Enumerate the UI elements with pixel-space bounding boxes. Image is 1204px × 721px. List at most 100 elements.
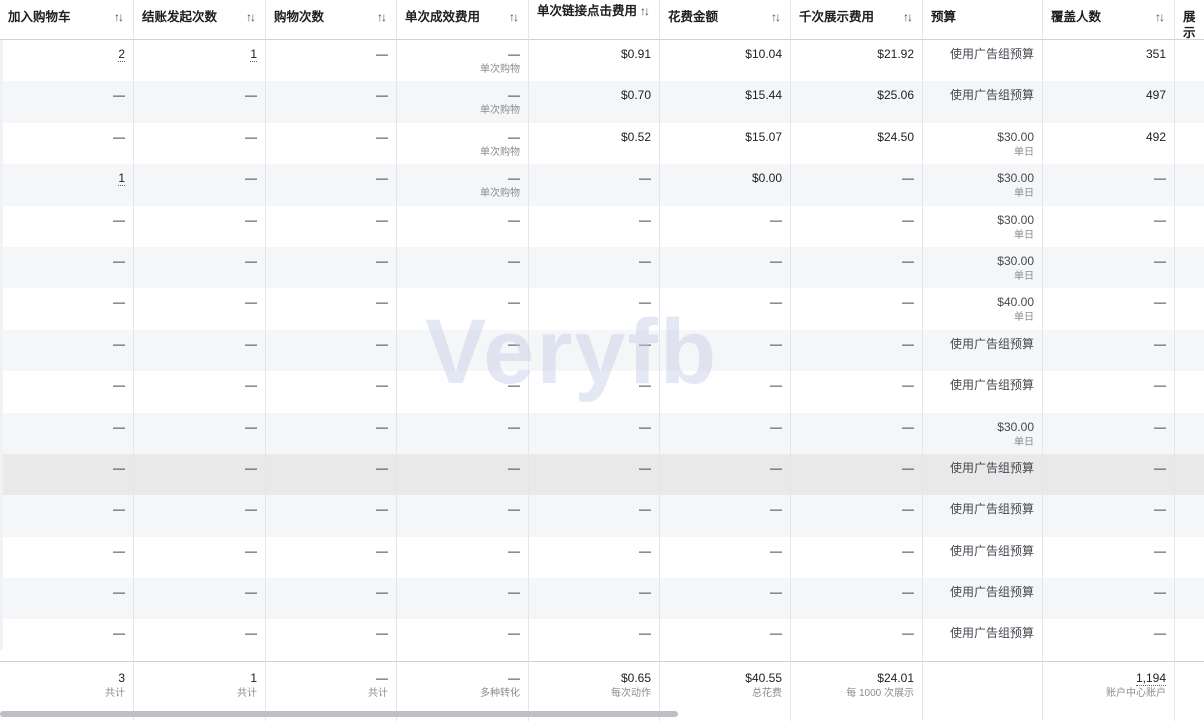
sort-arrows-icon[interactable]: ↑↓	[377, 9, 388, 24]
column-header-budget[interactable]: 预算	[923, 0, 1043, 40]
footer-sub-label: 每 1000 次展示	[846, 687, 914, 699]
cell-value: —	[376, 585, 388, 600]
table-cell-cost-per-link-click: —	[529, 288, 660, 330]
cell-value: —	[245, 502, 257, 517]
table-cell-checkout-initiated: —	[134, 495, 266, 537]
cell-value: —	[639, 460, 651, 475]
cell-value: —	[113, 626, 125, 641]
footer-cell-budget	[923, 660, 1043, 721]
cell-value: —	[902, 212, 914, 227]
footer-value: —	[508, 670, 520, 685]
table-cell-purchases: —	[266, 164, 397, 206]
cell-sub-label: 单日	[1014, 146, 1034, 158]
table-cell-cpm: —	[791, 578, 923, 620]
table-cell-amount-spent: —	[660, 495, 791, 537]
table-cell-cpm: —	[791, 495, 923, 537]
column-header-purchases[interactable]: 购物次数 ↑↓	[266, 0, 397, 40]
table-cell-checkout-initiated: —	[134, 412, 266, 454]
cell-value: —	[508, 419, 520, 434]
cell-value: —	[902, 378, 914, 393]
cell-value: —	[376, 212, 388, 227]
cell-value: $40.00	[997, 295, 1034, 310]
table-cell-reach: 497	[1043, 81, 1175, 123]
cell-value: —	[1154, 626, 1166, 641]
sort-arrows-icon[interactable]: ↑↓	[903, 9, 914, 24]
table-cell-impressions	[1175, 578, 1204, 620]
cell-value: $21.92	[877, 47, 914, 61]
cell-sub-label: 单日	[1014, 229, 1034, 241]
table-cell-amount-spent: $0.00	[660, 164, 791, 206]
table-cell-add-to-cart: —	[0, 495, 134, 537]
column-header-amount-spent[interactable]: 花费金额 ↑↓	[660, 0, 791, 40]
column-header-checkout-initiated[interactable]: 结账发起次数 ↑↓	[134, 0, 266, 40]
left-edge-divider	[0, 40, 3, 650]
cell-value: —	[770, 253, 782, 268]
cell-value: $30.00	[997, 253, 1034, 268]
table-cell-checkout-initiated: —	[134, 453, 266, 496]
sort-arrows-icon[interactable]: ↑↓	[1155, 9, 1166, 24]
table-cell-add-to-cart: 1	[0, 164, 134, 206]
cell-value: —	[1154, 253, 1166, 268]
table-cell-reach: —	[1043, 578, 1175, 620]
cell-value: —	[245, 253, 257, 268]
cell-value-link[interactable]: 2	[118, 47, 125, 62]
table-cell-cost-per-link-click: —	[529, 495, 660, 537]
footer-value: $40.55	[745, 670, 782, 685]
footer-value: 3	[118, 670, 125, 685]
column-header-add-to-cart[interactable]: 加入购物车 ↑↓	[0, 0, 134, 40]
table-cell-impressions	[1175, 246, 1204, 289]
table-cell-reach: 351	[1043, 40, 1175, 82]
column-header-label: 购物次数	[274, 10, 325, 24]
table-cell-cpm: —	[791, 329, 923, 372]
cell-value: —	[245, 543, 257, 558]
cell-value: —	[376, 295, 388, 310]
table-cell-impressions	[1175, 206, 1204, 247]
table-cell-impressions	[1175, 81, 1204, 123]
cell-value: —	[113, 378, 125, 393]
table-cell-amount-spent: —	[660, 371, 791, 413]
cell-value: —	[113, 543, 125, 558]
table-cell-checkout-initiated: —	[134, 619, 266, 661]
table-cell-reach: 492	[1043, 122, 1175, 165]
table-cell-impressions	[1175, 164, 1204, 206]
table-cell-checkout-initiated: —	[134, 371, 266, 413]
cell-value: 使用广告组预算	[949, 336, 1034, 351]
cell-value-link[interactable]: 1	[250, 47, 257, 62]
table-cell-cpm: $25.06	[791, 81, 923, 123]
cell-value: —	[770, 336, 782, 351]
table-cell-checkout-initiated: —	[134, 578, 266, 620]
cell-value: —	[508, 88, 520, 103]
column-header-label: 加入购物车	[8, 10, 71, 24]
table-cell-purchases: —	[266, 329, 397, 372]
table-cell-add-to-cart: —	[0, 122, 134, 165]
sort-arrows-icon[interactable]: ↑↓	[246, 9, 257, 24]
table-cell-purchases: —	[266, 205, 397, 247]
column-header-cost-per-result[interactable]: 单次成效费用 ↑↓	[397, 0, 529, 40]
column-header-impressions[interactable]: 展示	[1175, 0, 1204, 40]
footer-value: $24.01	[877, 670, 914, 685]
sort-arrows-icon[interactable]: ↑↓	[114, 9, 125, 24]
cell-value-link[interactable]: 1	[118, 171, 125, 187]
table-cell-budget: $30.00 单日	[923, 164, 1043, 206]
table-cell-amount-spent: —	[660, 453, 791, 496]
table-cell-add-to-cart: —	[0, 371, 134, 413]
footer-value-link[interactable]: 1,194	[1135, 670, 1166, 686]
table-cell-cost-per-link-click: —	[529, 619, 660, 661]
sort-arrows-icon[interactable]: ↑↓	[771, 9, 782, 24]
table-cell-amount-spent: $15.44	[660, 81, 791, 123]
cell-value: —	[639, 502, 651, 517]
sort-arrows-icon[interactable]: ↑↓	[640, 3, 651, 18]
ads-report-table: 加入购物车 ↑↓ 结账发起次数 ↑↓ 购物次数 ↑↓ 单次成效费用 ↑↓ 单次链接点击费用 ↑↓ 花…	[0, 0, 1204, 721]
cell-value: —	[245, 419, 257, 434]
horizontal-scrollbar[interactable]	[0, 711, 678, 717]
footer-sub-label: 每次动作	[611, 687, 651, 699]
sort-arrows-icon[interactable]: ↑↓	[509, 9, 520, 24]
table-cell-cost-per-link-click: $0.91	[529, 40, 660, 82]
column-header-cost-per-link-click[interactable]: 单次链接点击费用 ↑↓	[529, 0, 660, 40]
table-cell-budget: $40.00 单日	[923, 288, 1043, 330]
column-header-cpm[interactable]: 千次展示费用 ↑↓	[791, 0, 923, 40]
cell-value: $30.00	[997, 419, 1034, 434]
footer-cell-impressions	[1175, 660, 1204, 721]
column-header-reach[interactable]: 覆盖人数 ↑↓	[1043, 0, 1175, 40]
table-cell-cpm: —	[791, 536, 923, 579]
